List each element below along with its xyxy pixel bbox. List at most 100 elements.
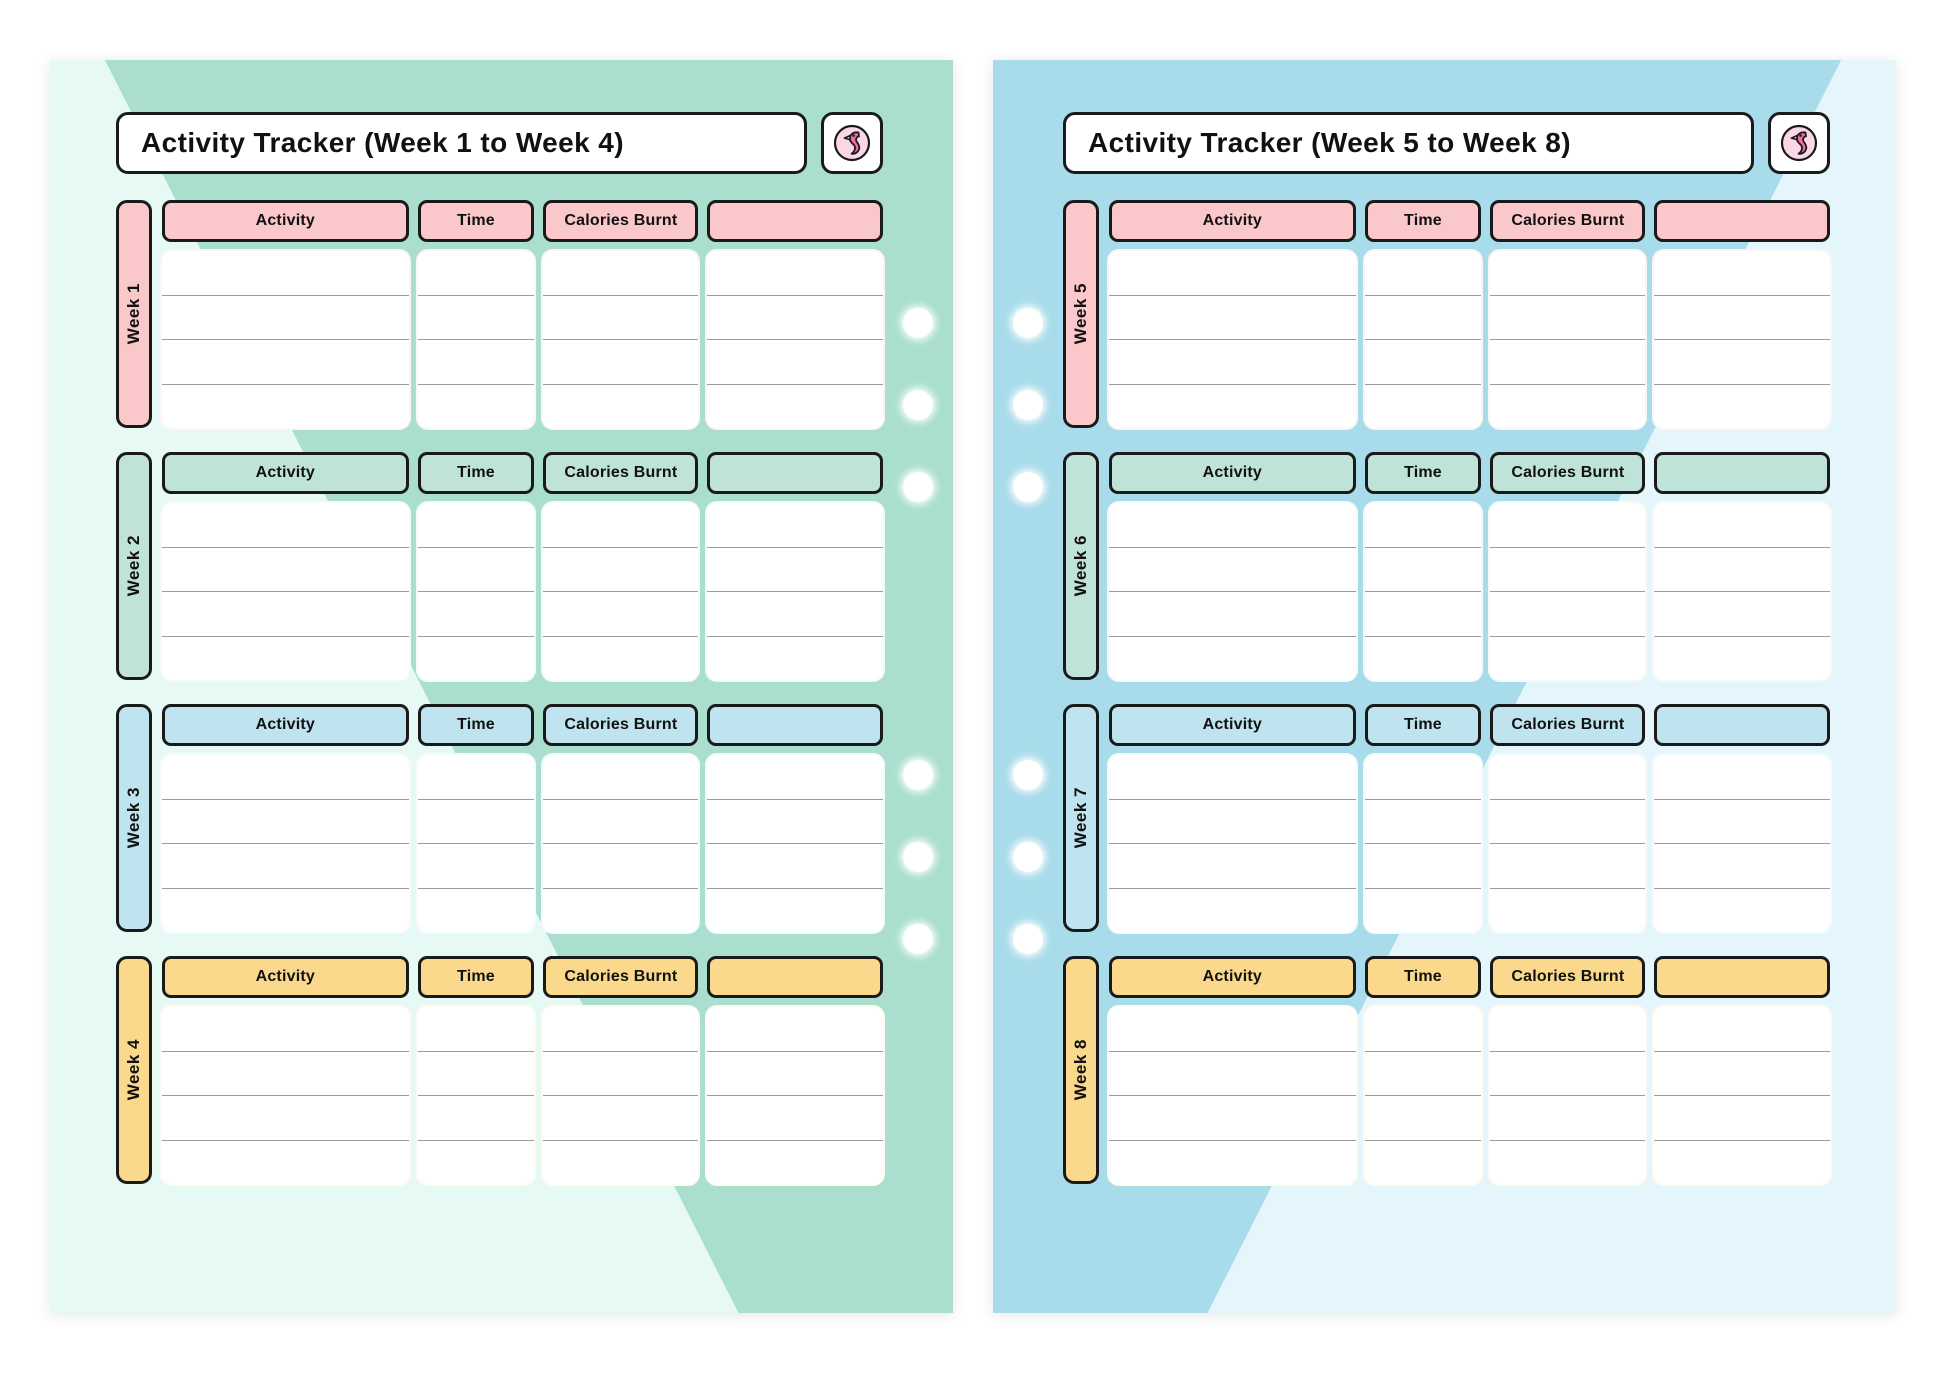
entry-cell[interactable] — [1490, 340, 1646, 385]
entry-cell[interactable] — [1654, 1007, 1830, 1052]
entry-cell[interactable] — [1490, 1007, 1646, 1052]
entry-cell[interactable] — [707, 503, 883, 548]
entry-cell[interactable] — [1109, 503, 1356, 548]
entry-cell[interactable] — [1490, 844, 1646, 889]
entry-cell[interactable] — [707, 637, 883, 681]
entry-cell[interactable] — [1654, 592, 1830, 637]
entry-cell[interactable] — [1654, 296, 1830, 340]
entry-cell[interactable] — [543, 1141, 698, 1185]
entry-cell[interactable] — [1490, 503, 1646, 548]
entry-cell[interactable] — [1109, 340, 1356, 385]
entry-cell[interactable] — [418, 385, 535, 429]
entry-cell[interactable] — [1654, 844, 1830, 889]
entry-cell[interactable] — [543, 251, 699, 296]
entry-cell[interactable] — [417, 844, 535, 889]
entry-cell[interactable] — [417, 296, 535, 340]
entry-cell[interactable] — [1654, 755, 1830, 800]
entry-cell[interactable] — [543, 755, 699, 800]
entry-cell[interactable] — [162, 1007, 409, 1052]
entry-cell[interactable] — [1364, 1007, 1482, 1052]
entry-cell[interactable] — [162, 844, 409, 889]
entry-cell[interactable] — [1654, 1141, 1830, 1185]
entry-cell[interactable] — [1109, 548, 1356, 592]
entry-cell[interactable] — [543, 1052, 699, 1096]
entry-cell[interactable] — [162, 385, 409, 429]
entry-cell[interactable] — [1109, 755, 1356, 800]
entry-cell[interactable] — [1654, 503, 1830, 548]
entry-cell[interactable] — [1364, 340, 1482, 385]
entry-cell[interactable] — [417, 1052, 535, 1096]
entry-cell[interactable] — [543, 637, 698, 681]
entry-cell[interactable] — [417, 503, 535, 548]
entry-cell[interactable] — [707, 1096, 883, 1141]
entry-cell[interactable] — [162, 889, 409, 933]
entry-cell[interactable] — [162, 637, 409, 681]
entry-cell[interactable] — [707, 1141, 883, 1185]
entry-cell[interactable] — [543, 1007, 699, 1052]
entry-cell[interactable] — [417, 340, 535, 385]
entry-cell[interactable] — [707, 592, 883, 637]
entry-cell[interactable] — [1109, 1007, 1356, 1052]
entry-cell[interactable] — [162, 548, 409, 592]
entry-cell[interactable] — [162, 755, 409, 800]
entry-cell[interactable] — [543, 548, 699, 592]
entry-cell[interactable] — [1365, 385, 1482, 429]
entry-cell[interactable] — [1109, 844, 1356, 889]
entry-cell[interactable] — [1365, 889, 1482, 933]
entry-cell[interactable] — [162, 296, 409, 340]
entry-cell[interactable] — [417, 592, 535, 637]
entry-cell[interactable] — [1654, 889, 1830, 933]
entry-cell[interactable] — [1654, 385, 1830, 429]
entry-cell[interactable] — [1109, 251, 1356, 296]
entry-cell[interactable] — [707, 755, 883, 800]
entry-cell[interactable] — [417, 800, 535, 844]
entry-cell[interactable] — [162, 800, 409, 844]
entry-cell[interactable] — [1490, 889, 1645, 933]
entry-cell[interactable] — [418, 1141, 535, 1185]
entry-cell[interactable] — [707, 251, 883, 296]
entry-cell[interactable] — [1490, 385, 1645, 429]
entry-cell[interactable] — [543, 844, 699, 889]
entry-cell[interactable] — [1654, 800, 1830, 844]
entry-cell[interactable] — [1490, 251, 1646, 296]
entry-cell[interactable] — [1490, 296, 1646, 340]
entry-cell[interactable] — [162, 1052, 409, 1096]
entry-cell[interactable] — [1490, 1141, 1645, 1185]
entry-cell[interactable] — [417, 548, 535, 592]
entry-cell[interactable] — [1654, 548, 1830, 592]
entry-cell[interactable] — [1490, 637, 1645, 681]
entry-cell[interactable] — [707, 1052, 883, 1096]
entry-cell[interactable] — [1365, 1141, 1482, 1185]
entry-cell[interactable] — [1109, 637, 1356, 681]
entry-cell[interactable] — [707, 548, 883, 592]
entry-cell[interactable] — [543, 385, 698, 429]
entry-cell[interactable] — [543, 800, 699, 844]
entry-cell[interactable] — [162, 503, 409, 548]
entry-cell[interactable] — [1364, 1052, 1482, 1096]
entry-cell[interactable] — [1364, 1096, 1482, 1141]
entry-cell[interactable] — [707, 844, 883, 889]
entry-cell[interactable] — [1109, 889, 1356, 933]
entry-cell[interactable] — [1490, 755, 1646, 800]
entry-cell[interactable] — [162, 592, 409, 637]
entry-cell[interactable] — [1364, 503, 1482, 548]
entry-cell[interactable] — [417, 1096, 535, 1141]
entry-cell[interactable] — [1654, 1052, 1830, 1096]
entry-cell[interactable] — [418, 889, 535, 933]
entry-cell[interactable] — [1654, 340, 1830, 385]
entry-cell[interactable] — [417, 755, 535, 800]
entry-cell[interactable] — [1364, 296, 1482, 340]
entry-cell[interactable] — [707, 385, 883, 429]
entry-cell[interactable] — [162, 251, 409, 296]
entry-cell[interactable] — [543, 592, 699, 637]
entry-cell[interactable] — [543, 340, 699, 385]
entry-cell[interactable] — [1364, 755, 1482, 800]
entry-cell[interactable] — [543, 889, 698, 933]
entry-cell[interactable] — [1490, 1052, 1646, 1096]
entry-cell[interactable] — [1364, 251, 1482, 296]
entry-cell[interactable] — [707, 889, 883, 933]
entry-cell[interactable] — [707, 340, 883, 385]
entry-cell[interactable] — [417, 1007, 535, 1052]
entry-cell[interactable] — [1490, 800, 1646, 844]
entry-cell[interactable] — [1364, 548, 1482, 592]
